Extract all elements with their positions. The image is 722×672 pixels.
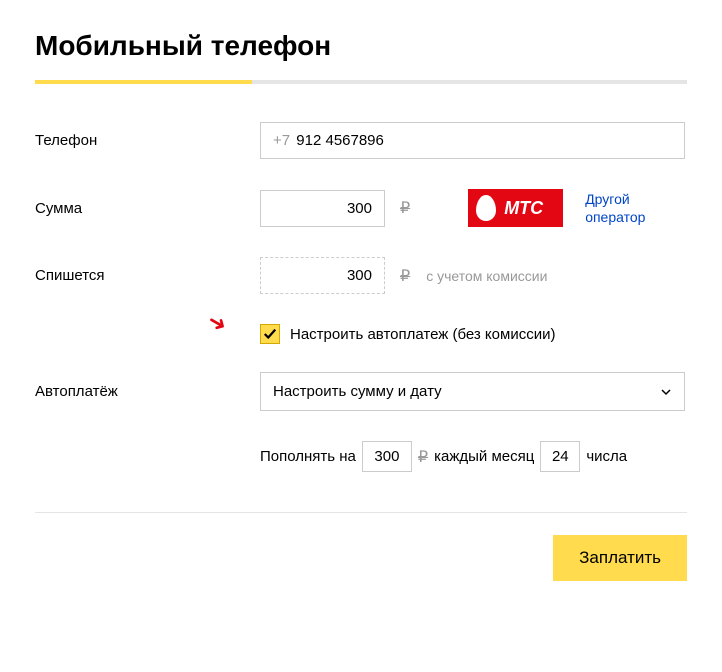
- autopay-amount-input[interactable]: [362, 441, 412, 472]
- progress-segment-3: [470, 80, 687, 84]
- footer: Заплатить: [35, 535, 687, 581]
- phone-prefix: +7: [273, 132, 290, 149]
- progress-segment-1: [35, 80, 252, 84]
- chevron-down-icon: [660, 386, 672, 398]
- operator-egg-icon: [476, 195, 496, 221]
- amount-input[interactable]: [260, 190, 385, 227]
- autopay-checkbox[interactable]: [260, 324, 280, 344]
- charged-row: Спишется ₽ с учетом комиссии: [35, 257, 687, 294]
- phone-number: 912 4567896: [296, 132, 384, 149]
- other-operator-link[interactable]: Другой оператор: [585, 190, 687, 226]
- autopay-day-input[interactable]: [540, 441, 580, 472]
- autopay-prefix-text: Пополнять на: [260, 448, 356, 465]
- pay-button[interactable]: Заплатить: [553, 535, 687, 581]
- charged-label: Спишется: [35, 267, 260, 284]
- phone-label: Телефон: [35, 132, 260, 149]
- autopay-details: Пополнять на ₽ каждый месяц числа: [260, 441, 687, 472]
- phone-row: Телефон +7 912 4567896: [35, 122, 687, 159]
- autopay-suffix-text: числа: [586, 448, 627, 465]
- autopay-select[interactable]: Настроить сумму и дату: [260, 372, 685, 411]
- autopay-checkbox-row: ➜ Настроить автоплатеж (без комиссии): [260, 324, 687, 344]
- checkmark-icon: [263, 327, 277, 341]
- autopay-middle-text: каждый месяц: [434, 448, 534, 465]
- operator-name: МТС: [504, 198, 543, 219]
- divider: [35, 512, 687, 513]
- commission-note: с учетом комиссии: [426, 268, 547, 284]
- autopay-select-value: Настроить сумму и дату: [273, 383, 442, 400]
- autopay-row: Автоплатёж Настроить сумму и дату: [35, 372, 687, 411]
- charged-currency: ₽: [400, 266, 410, 286]
- phone-input[interactable]: +7 912 4567896: [260, 122, 685, 159]
- charged-input: [260, 257, 385, 294]
- autopay-currency: ₽: [418, 447, 428, 467]
- progress-segment-2: [252, 80, 469, 84]
- autopay-checkbox-label: Настроить автоплатеж (без комиссии): [290, 326, 555, 343]
- autopay-label: Автоплатёж: [35, 383, 260, 400]
- page-title: Мобильный телефон: [35, 30, 687, 62]
- amount-currency: ₽: [400, 198, 410, 218]
- amount-label: Сумма: [35, 200, 260, 217]
- arrow-icon: ➜: [203, 307, 232, 339]
- amount-row: Сумма ₽ МТС Другой оператор: [35, 189, 687, 227]
- operator-logo: МТС: [468, 189, 563, 227]
- progress-bar: [35, 80, 687, 84]
